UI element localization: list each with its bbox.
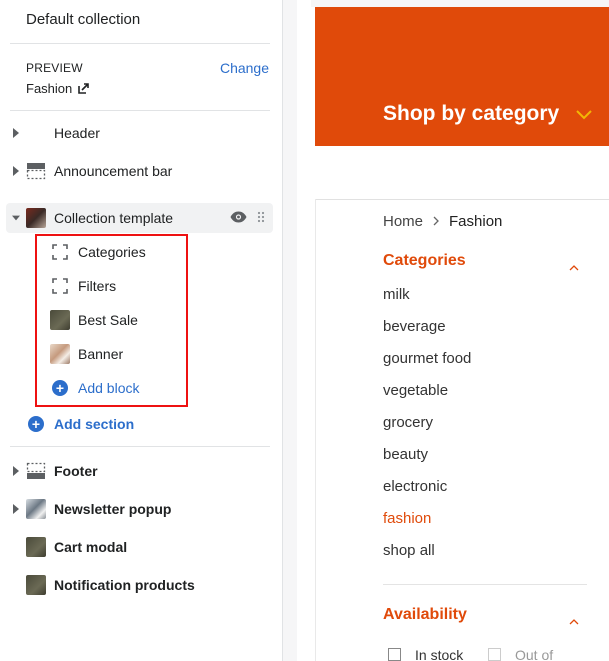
category-link[interactable]: grocery (383, 414, 433, 431)
categories-heading[interactable]: Categories (383, 252, 466, 270)
block-label: Banner (78, 346, 124, 362)
caret-right-icon[interactable] (12, 128, 20, 138)
category-link[interactable]: vegetable (383, 382, 448, 399)
caret-right-icon[interactable] (12, 504, 20, 514)
section-cart-modal[interactable]: Cart modal (0, 532, 283, 562)
section-label: Footer (54, 463, 98, 479)
block-thumbnail (50, 310, 70, 330)
section-newsletter-popup[interactable]: Newsletter popup (0, 494, 283, 524)
preview-frame-edge (311, 0, 609, 7)
breadcrumb-current: Fashion (449, 213, 503, 230)
divider (10, 110, 270, 111)
section-notification-products[interactable]: Notification products (0, 570, 283, 600)
sub-header-bar (315, 146, 609, 200)
section-thumbnail (26, 575, 46, 595)
dashed-square-icon (50, 242, 70, 262)
category-link[interactable]: beauty (383, 446, 428, 463)
footer-layout-icon (26, 461, 46, 481)
change-preview-link[interactable]: Change (220, 60, 269, 76)
category-link[interactable]: electronic (383, 478, 447, 495)
availability-heading[interactable]: Availability (383, 606, 467, 624)
section-collection-template[interactable]: Collection template (6, 203, 273, 233)
plus-circle-icon: + (28, 414, 44, 434)
section-thumbnail (26, 499, 46, 519)
add-block-label: Add block (78, 380, 140, 396)
breadcrumb: Home Fashion (383, 213, 502, 230)
plus-circle-icon: + (50, 378, 70, 398)
caret-right-icon[interactable] (12, 166, 20, 176)
chevron-up-icon[interactable] (569, 258, 579, 276)
block-categories[interactable]: Categories (50, 240, 146, 264)
block-banner[interactable]: Banner (50, 342, 123, 366)
section-header[interactable]: Header (0, 118, 283, 148)
in-stock-checkbox[interactable] (388, 648, 401, 661)
block-label: Categories (78, 244, 146, 260)
chevron-down-icon[interactable] (576, 107, 592, 125)
in-stock-label: In stock (415, 647, 464, 661)
category-link-active[interactable]: fashion (383, 510, 431, 527)
block-best-sale[interactable]: Best Sale (50, 308, 138, 332)
dashed-square-icon (50, 276, 70, 296)
chevron-right-icon (433, 213, 439, 230)
add-block-button[interactable]: + Add block (50, 376, 139, 400)
section-thumbnail (26, 537, 46, 557)
section-announcement-bar[interactable]: Announcement bar (0, 156, 283, 186)
block-thumbnail (50, 344, 70, 364)
divider (383, 584, 587, 585)
section-label: Cart modal (54, 539, 128, 555)
preview-label: PREVIEW (26, 61, 83, 75)
section-label: Announcement bar (54, 163, 173, 179)
preview-value[interactable]: Fashion (26, 81, 90, 96)
theme-editor-sidebar: Default collection PREVIEW Change Fashio… (0, 0, 283, 661)
divider (10, 43, 270, 44)
section-label: Newsletter popup (54, 501, 172, 517)
category-link[interactable]: shop all (383, 542, 435, 559)
eye-icon[interactable] (230, 210, 247, 226)
add-section-button[interactable]: + Add section (28, 412, 134, 436)
banner-title: Shop by category (383, 102, 560, 125)
preview-scroll-area[interactable] (297, 0, 311, 661)
block-label: Best Sale (78, 312, 138, 328)
store-preview: Shop by category Home Fashion Categories… (311, 0, 609, 661)
caret-down-icon[interactable] (12, 213, 20, 223)
category-link[interactable]: gourmet food (383, 350, 471, 367)
announcement-layout-icon (26, 161, 46, 181)
category-link[interactable]: milk (383, 286, 410, 303)
chevron-up-icon[interactable] (569, 612, 579, 630)
caret-right-icon[interactable] (12, 466, 20, 476)
section-thumbnail (26, 208, 46, 228)
breadcrumb-home[interactable]: Home (383, 213, 423, 230)
drag-handle-icon[interactable] (257, 210, 265, 226)
section-actions (230, 210, 265, 226)
sidebar-title: Default collection (26, 11, 141, 28)
add-section-label: Add section (54, 416, 135, 432)
section-label: Notification products (54, 577, 195, 593)
out-of-stock-label: Out of (515, 647, 554, 661)
preview-gutter (283, 0, 297, 661)
section-footer[interactable]: Footer (0, 456, 283, 486)
section-label: Collection template (54, 210, 174, 226)
category-link[interactable]: beverage (383, 318, 446, 335)
out-of-stock-checkbox[interactable] (488, 648, 501, 661)
block-label: Filters (78, 278, 117, 294)
divider (10, 446, 270, 447)
section-label: Header (54, 125, 100, 141)
preview-value-label: Fashion (26, 81, 73, 96)
block-filters[interactable]: Filters (50, 274, 116, 298)
external-link-icon[interactable] (78, 83, 90, 94)
